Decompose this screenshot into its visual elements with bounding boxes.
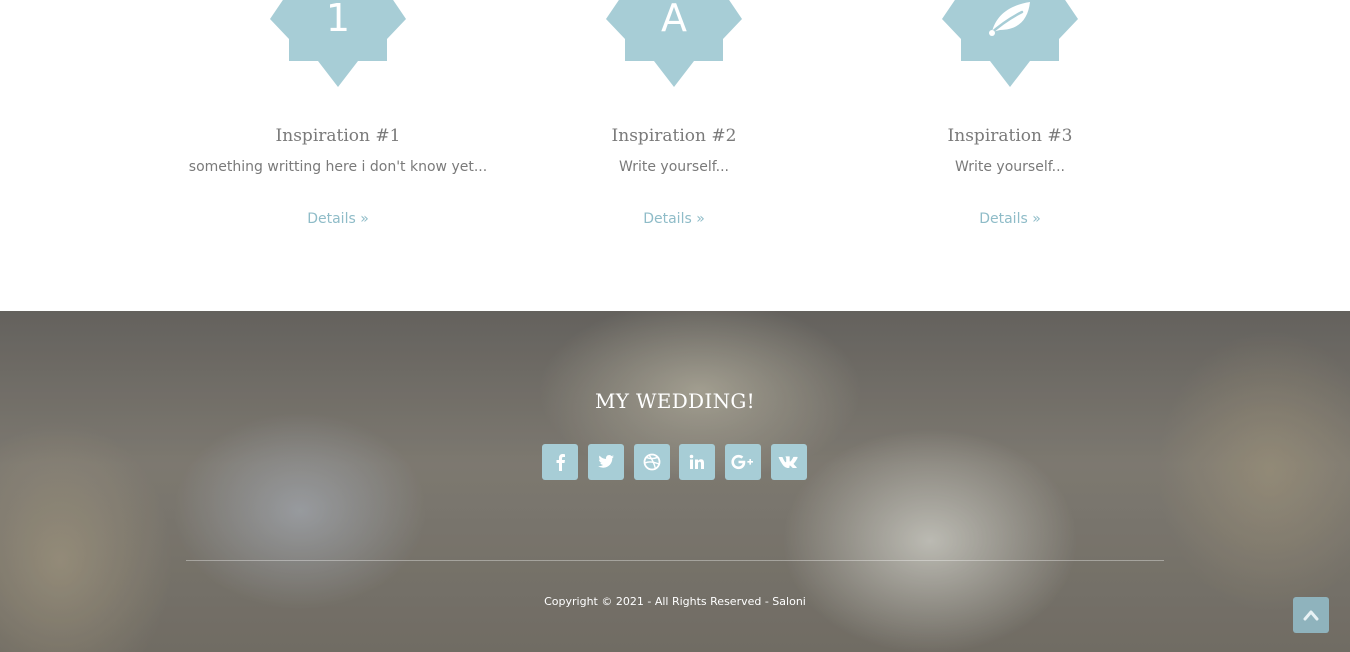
twitter-button[interactable]: [588, 444, 624, 480]
feature-title: Inspiration #3: [947, 126, 1073, 146]
badge-3: [940, 0, 1080, 90]
footer-divider: [186, 560, 1164, 561]
badge-1: 1: [268, 0, 408, 90]
footer-title: MY WEDDING!: [595, 389, 755, 413]
feature-description: Write yourself...: [619, 159, 729, 175]
details-link[interactable]: Details »: [840, 211, 1180, 227]
features-section: 1 Inspiration #1 something writting here…: [0, 0, 1350, 311]
badge-number: 1: [325, 0, 351, 40]
google-plus-icon: [731, 454, 753, 470]
feature-description: something writting here i don't know yet…: [188, 159, 488, 175]
facebook-icon: [556, 454, 565, 471]
feature-description: Write yourself...: [955, 159, 1065, 175]
twitter-icon: [598, 455, 614, 468]
dribbble-button[interactable]: [634, 444, 670, 480]
vk-icon: [778, 456, 798, 468]
dribbble-icon: [643, 453, 661, 471]
linkedin-button[interactable]: [679, 444, 715, 480]
back-to-top-button[interactable]: [1293, 597, 1329, 633]
copyright-text: Copyright © 2021 - All Rights Reserved -…: [544, 595, 806, 608]
footer: MY WEDDING! Copyright © 2021 - All Right…: [0, 311, 1350, 652]
details-link[interactable]: Details »: [168, 211, 508, 227]
feature-title: Inspiration #1: [275, 126, 401, 146]
chevron-up-icon: [1303, 610, 1319, 621]
badge-letter: A: [661, 0, 687, 40]
google-plus-button[interactable]: [725, 444, 761, 480]
vk-button[interactable]: [771, 444, 807, 480]
details-link[interactable]: Details »: [504, 211, 844, 227]
linkedin-icon: [689, 454, 704, 469]
feature-title: Inspiration #2: [611, 126, 737, 146]
badge-2: A: [604, 0, 744, 90]
facebook-button[interactable]: [542, 444, 578, 480]
